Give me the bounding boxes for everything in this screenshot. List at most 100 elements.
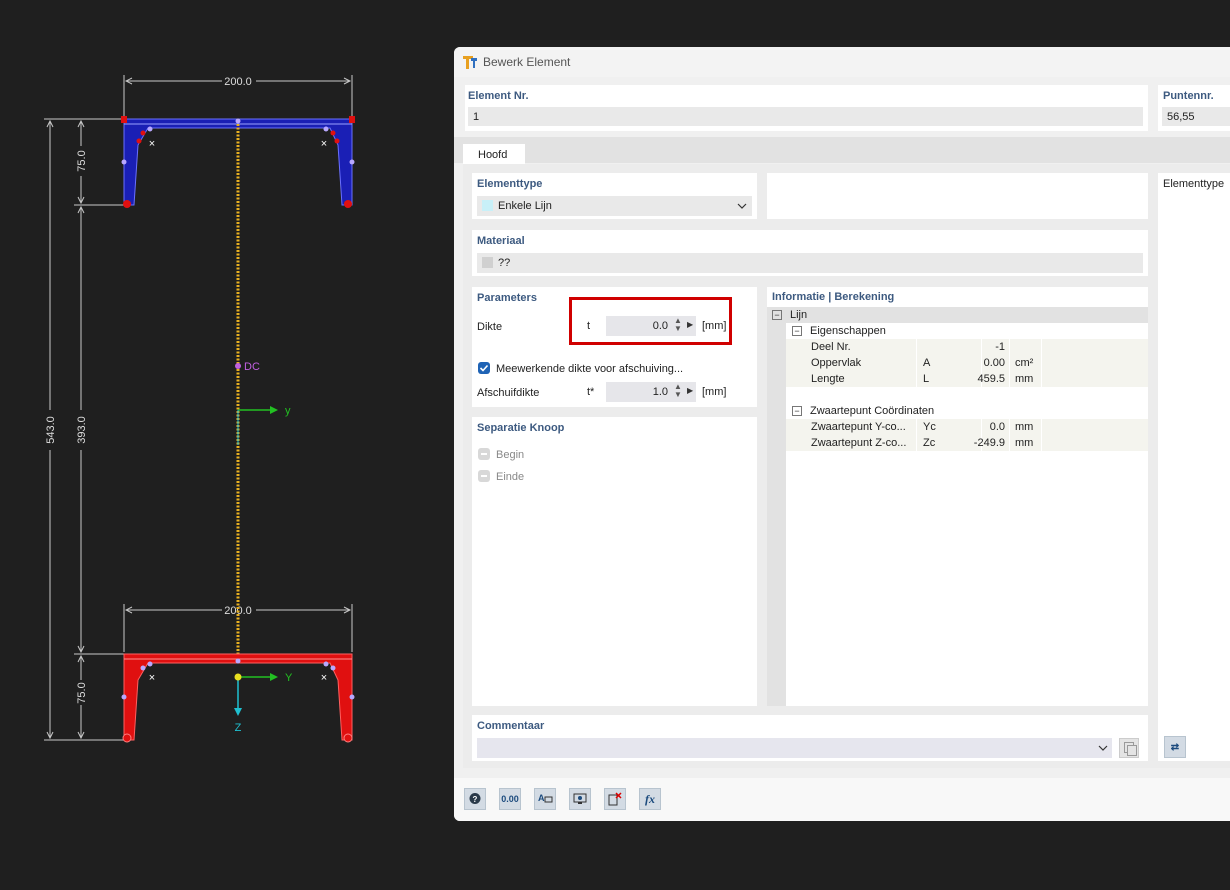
tree-row-symbol: Yc bbox=[923, 421, 936, 433]
collapse-icon[interactable]: − bbox=[792, 406, 802, 416]
einde-label: Einde bbox=[496, 471, 525, 483]
element-nr-field[interactable]: 1 bbox=[468, 107, 1143, 126]
punten-field[interactable]: 56,55 bbox=[1162, 107, 1230, 126]
tree-row-name: Lengte bbox=[811, 373, 845, 385]
elementtype-swatch-icon bbox=[482, 200, 493, 211]
svg-text:A: A bbox=[538, 793, 545, 803]
tree-group1-row[interactable]: − Eigenschappen bbox=[767, 323, 1148, 339]
tab-strip bbox=[454, 137, 1230, 163]
text-format-icon[interactable]: A bbox=[534, 788, 556, 810]
tree-root-label: Lijn bbox=[790, 309, 808, 321]
info-tree[interactable]: − Lijn − Eigenschappen Deel Nr. -1 Oppervl… bbox=[767, 307, 1148, 706]
tree-root-row[interactable]: − Lijn bbox=[767, 307, 1148, 323]
column-divider bbox=[981, 355, 982, 371]
dc-label: DC bbox=[244, 361, 260, 373]
tree-row-value: -1 bbox=[995, 341, 1005, 353]
tree-row-symbol: A bbox=[923, 357, 931, 369]
tree-row[interactable]: Lengte L 459.5 mm bbox=[786, 371, 1148, 387]
column-divider bbox=[1009, 339, 1010, 355]
column-divider bbox=[916, 419, 917, 435]
element-nr-panel: Element Nr. 1 bbox=[465, 85, 1148, 131]
begin-label: Begin bbox=[496, 449, 525, 461]
column-divider bbox=[1009, 435, 1010, 451]
tree-group1-label: Eigenschappen bbox=[810, 325, 886, 337]
dim-total-height-label: 543.0 bbox=[45, 416, 57, 444]
tree-row[interactable]: Deel Nr. -1 bbox=[786, 339, 1148, 355]
element-nr-value: 1 bbox=[473, 111, 480, 123]
svg-text:?: ? bbox=[473, 795, 478, 804]
dim-top-flange-label: 75.0 bbox=[76, 150, 88, 171]
display-icon[interactable] bbox=[569, 788, 591, 810]
edit-element-dialog: Bewerk Element Element Nr. 1 Puntennr. 5… bbox=[454, 47, 1230, 821]
tree-row-unit: mm bbox=[1015, 373, 1034, 385]
afschuif-input[interactable]: 1.0 ▲ ▼ ▶ bbox=[606, 382, 696, 402]
shear-checkbox[interactable] bbox=[478, 362, 490, 374]
title-bar[interactable]: Bewerk Element bbox=[454, 47, 1230, 77]
column-divider bbox=[1041, 371, 1042, 387]
begin-checkbox[interactable] bbox=[478, 448, 490, 460]
column-divider bbox=[1041, 339, 1042, 355]
dikte-spin-icon[interactable]: ▲ ▼ bbox=[674, 317, 682, 333]
decimal-icon[interactable]: 0.00 bbox=[499, 788, 521, 810]
tab-hoofd[interactable]: Hoofd bbox=[463, 144, 525, 164]
tree-row[interactable]: Zwaartepunt Y-co... Yc 0.0 mm bbox=[786, 419, 1148, 435]
svg-text:×: × bbox=[321, 138, 327, 150]
delete-selection-icon[interactable] bbox=[604, 788, 626, 810]
column-divider bbox=[916, 339, 917, 355]
dikte-unit: [mm] bbox=[702, 320, 727, 332]
dialog-title: Bewerk Element bbox=[483, 55, 571, 69]
checkmark-icon bbox=[479, 364, 489, 372]
column-divider bbox=[1041, 435, 1042, 451]
tree-row-name: Zwaartepunt Y-co... bbox=[811, 421, 906, 433]
function-icon[interactable]: fx bbox=[639, 788, 661, 810]
dim-web-label: 393.0 bbox=[76, 416, 88, 444]
afschuif-arrow-icon[interactable]: ▶ bbox=[687, 386, 693, 395]
svg-text:×: × bbox=[321, 672, 327, 684]
tree-row-value: 0.0 bbox=[989, 421, 1005, 433]
parameters-label: Parameters bbox=[477, 292, 537, 304]
commentaar-label: Commentaar bbox=[477, 720, 545, 732]
bottom-axis-z-label: Z bbox=[235, 722, 242, 734]
elementtype-preview-panel bbox=[767, 173, 1148, 219]
tree-row-name: Deel Nr. bbox=[811, 341, 851, 353]
separatie-panel: Separatie Knoop Begin Einde bbox=[472, 417, 757, 706]
separatie-label: Separatie Knoop bbox=[477, 422, 565, 434]
dikte-value: 0.0 bbox=[652, 320, 668, 332]
column-divider bbox=[981, 419, 982, 435]
column-divider bbox=[916, 371, 917, 387]
section-drawing[interactable]: 200.0 200.0 543.0 75.0 bbox=[0, 0, 454, 890]
materiaal-field[interactable]: ?? bbox=[477, 253, 1143, 273]
tree-row[interactable]: Oppervlak A 0.00 cm² bbox=[786, 355, 1148, 371]
chevron-down-icon[interactable] bbox=[1098, 744, 1108, 752]
elementtype-panel: Elementtype Enkele Lijn bbox=[472, 173, 757, 219]
tree-row-unit: cm² bbox=[1015, 357, 1034, 369]
info-label: Informatie | Berekening bbox=[772, 291, 895, 303]
dikte-symbol: t bbox=[587, 320, 591, 332]
dikte-arrow-icon[interactable]: ▶ bbox=[687, 320, 693, 329]
shear-checkbox-label[interactable]: Meewerkende dikte voor afschuiving... bbox=[496, 363, 683, 375]
elementtype-select[interactable]: Enkele Lijn bbox=[477, 196, 752, 216]
bottom-axis-y-label: Y bbox=[285, 672, 293, 684]
collapse-icon[interactable]: − bbox=[772, 310, 782, 320]
svg-text:×: × bbox=[149, 138, 155, 150]
materiaal-value: ?? bbox=[498, 257, 511, 269]
afschuif-label: Afschuifdikte bbox=[477, 387, 540, 399]
column-divider bbox=[1009, 371, 1010, 387]
column-divider bbox=[981, 339, 982, 355]
einde-checkbox[interactable] bbox=[478, 470, 490, 482]
element-nr-label: Element Nr. bbox=[468, 90, 529, 102]
dikte-input[interactable]: 0.0 ▲ ▼ ▶ bbox=[606, 316, 696, 336]
tree-group2-row[interactable]: − Zwaartepunt Coördinaten bbox=[767, 403, 1148, 419]
collapse-icon[interactable]: − bbox=[792, 326, 802, 336]
tree-row[interactable]: Zwaartepunt Z-co... Zc -249.9 mm bbox=[786, 435, 1148, 451]
afschuif-spin-icon[interactable]: ▲ ▼ bbox=[674, 383, 682, 399]
bottom-toolbar: ? 0.00 A fx bbox=[454, 778, 1230, 821]
commentaar-input[interactable] bbox=[477, 738, 1112, 758]
column-divider bbox=[916, 355, 917, 371]
help-icon[interactable]: ? bbox=[464, 788, 486, 810]
swap-icon[interactable]: ⇄ bbox=[1164, 736, 1186, 758]
copy-icon[interactable] bbox=[1119, 738, 1139, 758]
dim-bottom-flange-label: 75.0 bbox=[76, 682, 88, 703]
punten-label: Puntennr. bbox=[1163, 90, 1214, 102]
tree-row-name: Zwaartepunt Z-co... bbox=[811, 437, 907, 449]
